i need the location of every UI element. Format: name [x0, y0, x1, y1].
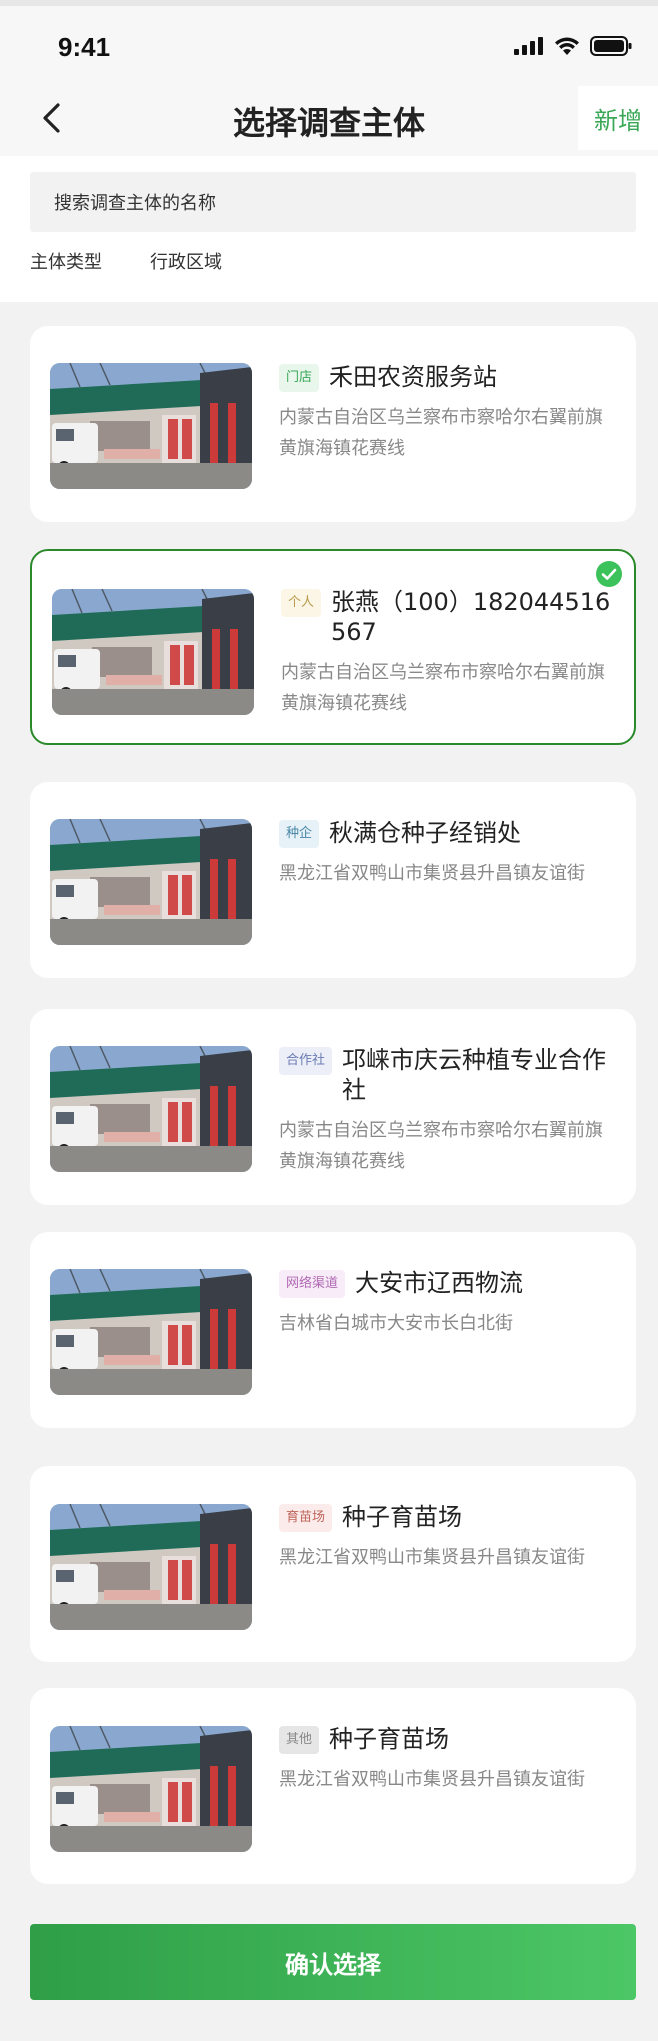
subject-thumbnail: [50, 819, 252, 945]
status-time: 9:41: [58, 32, 111, 62]
subject-card[interactable]: 育苗场 种子育苗场黑龙江省双鸭山市集贤县升昌镇友谊街: [30, 1466, 636, 1662]
filter-subject-type[interactable]: 主体类型: [30, 248, 102, 274]
storefront-photo: [50, 1504, 252, 1630]
subject-address: 黑龙江省双鸭山市集贤县升昌镇友谊街: [279, 1547, 585, 1568]
subject-thumbnail: [50, 363, 252, 489]
subject-type-badge: 育苗场: [279, 1504, 333, 1532]
storefront-photo: [50, 1726, 252, 1852]
subject-title-row: 门店 禾田农资服务站: [279, 362, 618, 392]
subject-info: 种企 秋满仓种子经销处黑龙江省双鸭山市集贤县升昌镇友谊街: [279, 818, 618, 889]
subject-type-badge: 其他: [279, 1726, 320, 1754]
storefront-photo: [50, 819, 252, 945]
subject-address: 内蒙古自治区乌兰察布市察哈尔右翼前旗黄旗海镇花赛线: [281, 662, 605, 714]
filter-region[interactable]: 行政区域: [150, 248, 222, 274]
subject-card[interactable]: 门店 禾田农资服务站内蒙古自治区乌兰察布市察哈尔右翼前旗黄旗海镇花赛线: [30, 326, 636, 522]
subject-card[interactable]: 其他 种子育苗场黑龙江省双鸭山市集贤县升昌镇友谊街: [30, 1688, 636, 1884]
status-icons: [514, 36, 632, 56]
subject-title-row: 网络渠道 大安市辽西物流: [279, 1268, 618, 1298]
subject-title-row: 种企 秋满仓种子经销处: [279, 818, 618, 848]
subject-info: 网络渠道 大安市辽西物流吉林省白城市大安市长白北街: [279, 1268, 618, 1339]
subject-name: 邛崃市庆云种植专业合作社: [342, 1046, 607, 1104]
storefront-photo: [50, 1046, 252, 1172]
subject-thumbnail: [50, 1046, 252, 1172]
subject-address: 吉林省白城市大安市长白北街: [279, 1313, 513, 1334]
subject-type-badge: 门店: [279, 364, 320, 392]
subject-type-badge: 合作社: [279, 1047, 333, 1075]
subject-info: 个人 张燕（100）182044516567 内蒙古自治区乌兰察布市察哈尔右翼前旗黄…: [281, 587, 616, 719]
subject-info: 合作社 邛崃市庆云种植专业合作社内蒙古自治区乌兰察布市察哈尔右翼前旗黄旗海镇花赛线: [279, 1045, 618, 1177]
subject-name: 种子育苗场: [329, 1725, 450, 1753]
subject-thumbnail: [50, 1269, 252, 1395]
subject-thumbnail: [50, 1504, 252, 1630]
nav-bar: 选择调查主体 新增: [0, 80, 658, 156]
storefront-photo: [50, 1269, 252, 1395]
subject-name: 禾田农资服务站: [329, 363, 498, 391]
subject-name: 张燕（100）182044516567: [331, 588, 611, 646]
subject-card[interactable]: 种企 秋满仓种子经销处黑龙江省双鸭山市集贤县升昌镇友谊街: [30, 782, 636, 978]
subject-thumbnail: [52, 589, 254, 715]
subject-card[interactable]: 个人 张燕（100）182044516567 内蒙古自治区乌兰察布市察哈尔右翼前旗黄…: [30, 549, 636, 745]
subject-title-row: 其他 种子育苗场: [279, 1724, 618, 1754]
signal-icon: [514, 37, 543, 55]
subject-info: 育苗场 种子育苗场黑龙江省双鸭山市集贤县升昌镇友谊街: [279, 1502, 618, 1573]
subject-address: 内蒙古自治区乌兰察布市察哈尔右翼前旗黄旗海镇花赛线: [279, 1120, 603, 1172]
search-input[interactable]: 搜索调查主体的名称: [30, 172, 636, 232]
status-bar: 9:41: [0, 6, 658, 80]
subject-info: 门店 禾田农资服务站内蒙古自治区乌兰察布市察哈尔右翼前旗黄旗海镇花赛线: [279, 362, 618, 464]
subject-type-badge: 网络渠道: [279, 1270, 346, 1298]
subject-card[interactable]: 合作社 邛崃市庆云种植专业合作社内蒙古自治区乌兰察布市察哈尔右翼前旗黄旗海镇花赛线: [30, 1009, 636, 1205]
subject-address: 黑龙江省双鸭山市集贤县升昌镇友谊街: [279, 1769, 585, 1790]
subject-title-row: 个人 张燕（100）182044516567: [281, 587, 616, 647]
subject-name: 大安市辽西物流: [355, 1269, 524, 1297]
subject-title-row: 育苗场 种子育苗场: [279, 1502, 618, 1532]
battery-icon: [590, 36, 632, 56]
subject-card[interactable]: 网络渠道 大安市辽西物流吉林省白城市大安市长白北街: [30, 1232, 636, 1428]
subject-thumbnail: [50, 1726, 252, 1852]
wifi-icon: [555, 37, 579, 55]
storefront-photo: [50, 363, 252, 489]
add-button[interactable]: 新增: [578, 86, 658, 150]
confirm-button[interactable]: 确认选择: [30, 1924, 636, 2000]
subject-address: 内蒙古自治区乌兰察布市察哈尔右翼前旗黄旗海镇花赛线: [279, 407, 603, 459]
subject-type-badge: 种企: [279, 820, 320, 848]
subject-name: 种子育苗场: [342, 1503, 463, 1531]
filter-panel: 搜索调查主体的名称 主体类型 行政区域: [0, 156, 658, 302]
selected-check-icon: [596, 561, 622, 587]
subject-title-row: 合作社 邛崃市庆云种植专业合作社: [279, 1045, 618, 1105]
storefront-photo: [52, 589, 254, 715]
subject-type-badge: 个人: [281, 589, 322, 617]
subject-name: 秋满仓种子经销处: [329, 819, 522, 847]
page-title: 选择调查主体: [232, 104, 425, 142]
subject-info: 其他 种子育苗场黑龙江省双鸭山市集贤县升昌镇友谊街: [279, 1724, 618, 1795]
subject-address: 黑龙江省双鸭山市集贤县升昌镇友谊街: [279, 863, 585, 884]
